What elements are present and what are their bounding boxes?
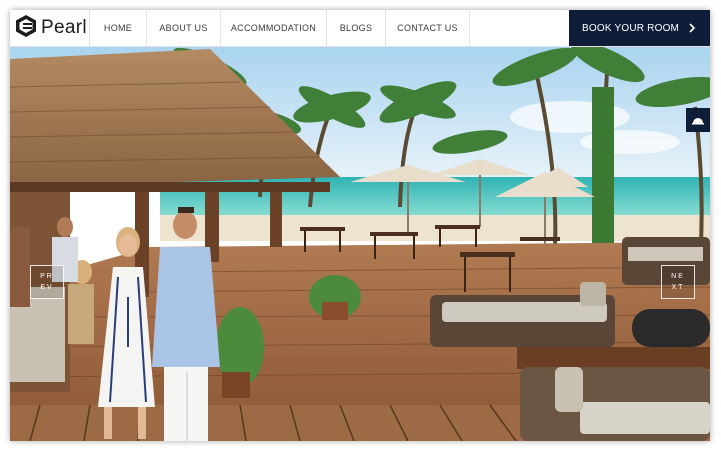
nav-item-blogs[interactable]: BLOGS [327, 10, 386, 46]
brand-name: Pearl [41, 17, 87, 38]
browser-frame: Pearl HOME ABOUT US ACCOMMODATION BLOGS … [10, 10, 710, 441]
nav-item-home[interactable]: HOME [90, 10, 147, 46]
nav-item-about-us[interactable]: ABOUT US [147, 10, 221, 46]
prev-label-top: PR [40, 273, 54, 280]
hero-slider: PR EV NE XT [10, 47, 710, 441]
brand-logo[interactable]: Pearl [10, 10, 90, 46]
prev-label-bottom: EV [40, 284, 54, 291]
book-button-label: BOOK YOUR ROOM [582, 22, 680, 34]
chevron-right-icon [688, 21, 696, 36]
half-moon-icon [692, 115, 704, 125]
next-label-bottom: XT [671, 284, 685, 291]
nav-item-contact-us[interactable]: CONTACT US [386, 10, 470, 46]
slider-next-button[interactable]: NE XT [661, 265, 695, 299]
main-menu: HOME ABOUT US ACCOMMODATION BLOGS CONTAC… [90, 10, 470, 46]
book-your-room-button[interactable]: BOOK YOUR ROOM [569, 10, 710, 46]
hexagon-logo-icon [15, 14, 37, 43]
next-label-top: NE [671, 273, 685, 280]
side-panel-toggle[interactable] [686, 108, 710, 132]
top-navigation: Pearl HOME ABOUT US ACCOMMODATION BLOGS … [10, 10, 710, 47]
slider-prev-button[interactable]: PR EV [30, 265, 64, 299]
nav-item-accommodation[interactable]: ACCOMMODATION [221, 10, 327, 46]
resort-hero-image [10, 47, 710, 441]
